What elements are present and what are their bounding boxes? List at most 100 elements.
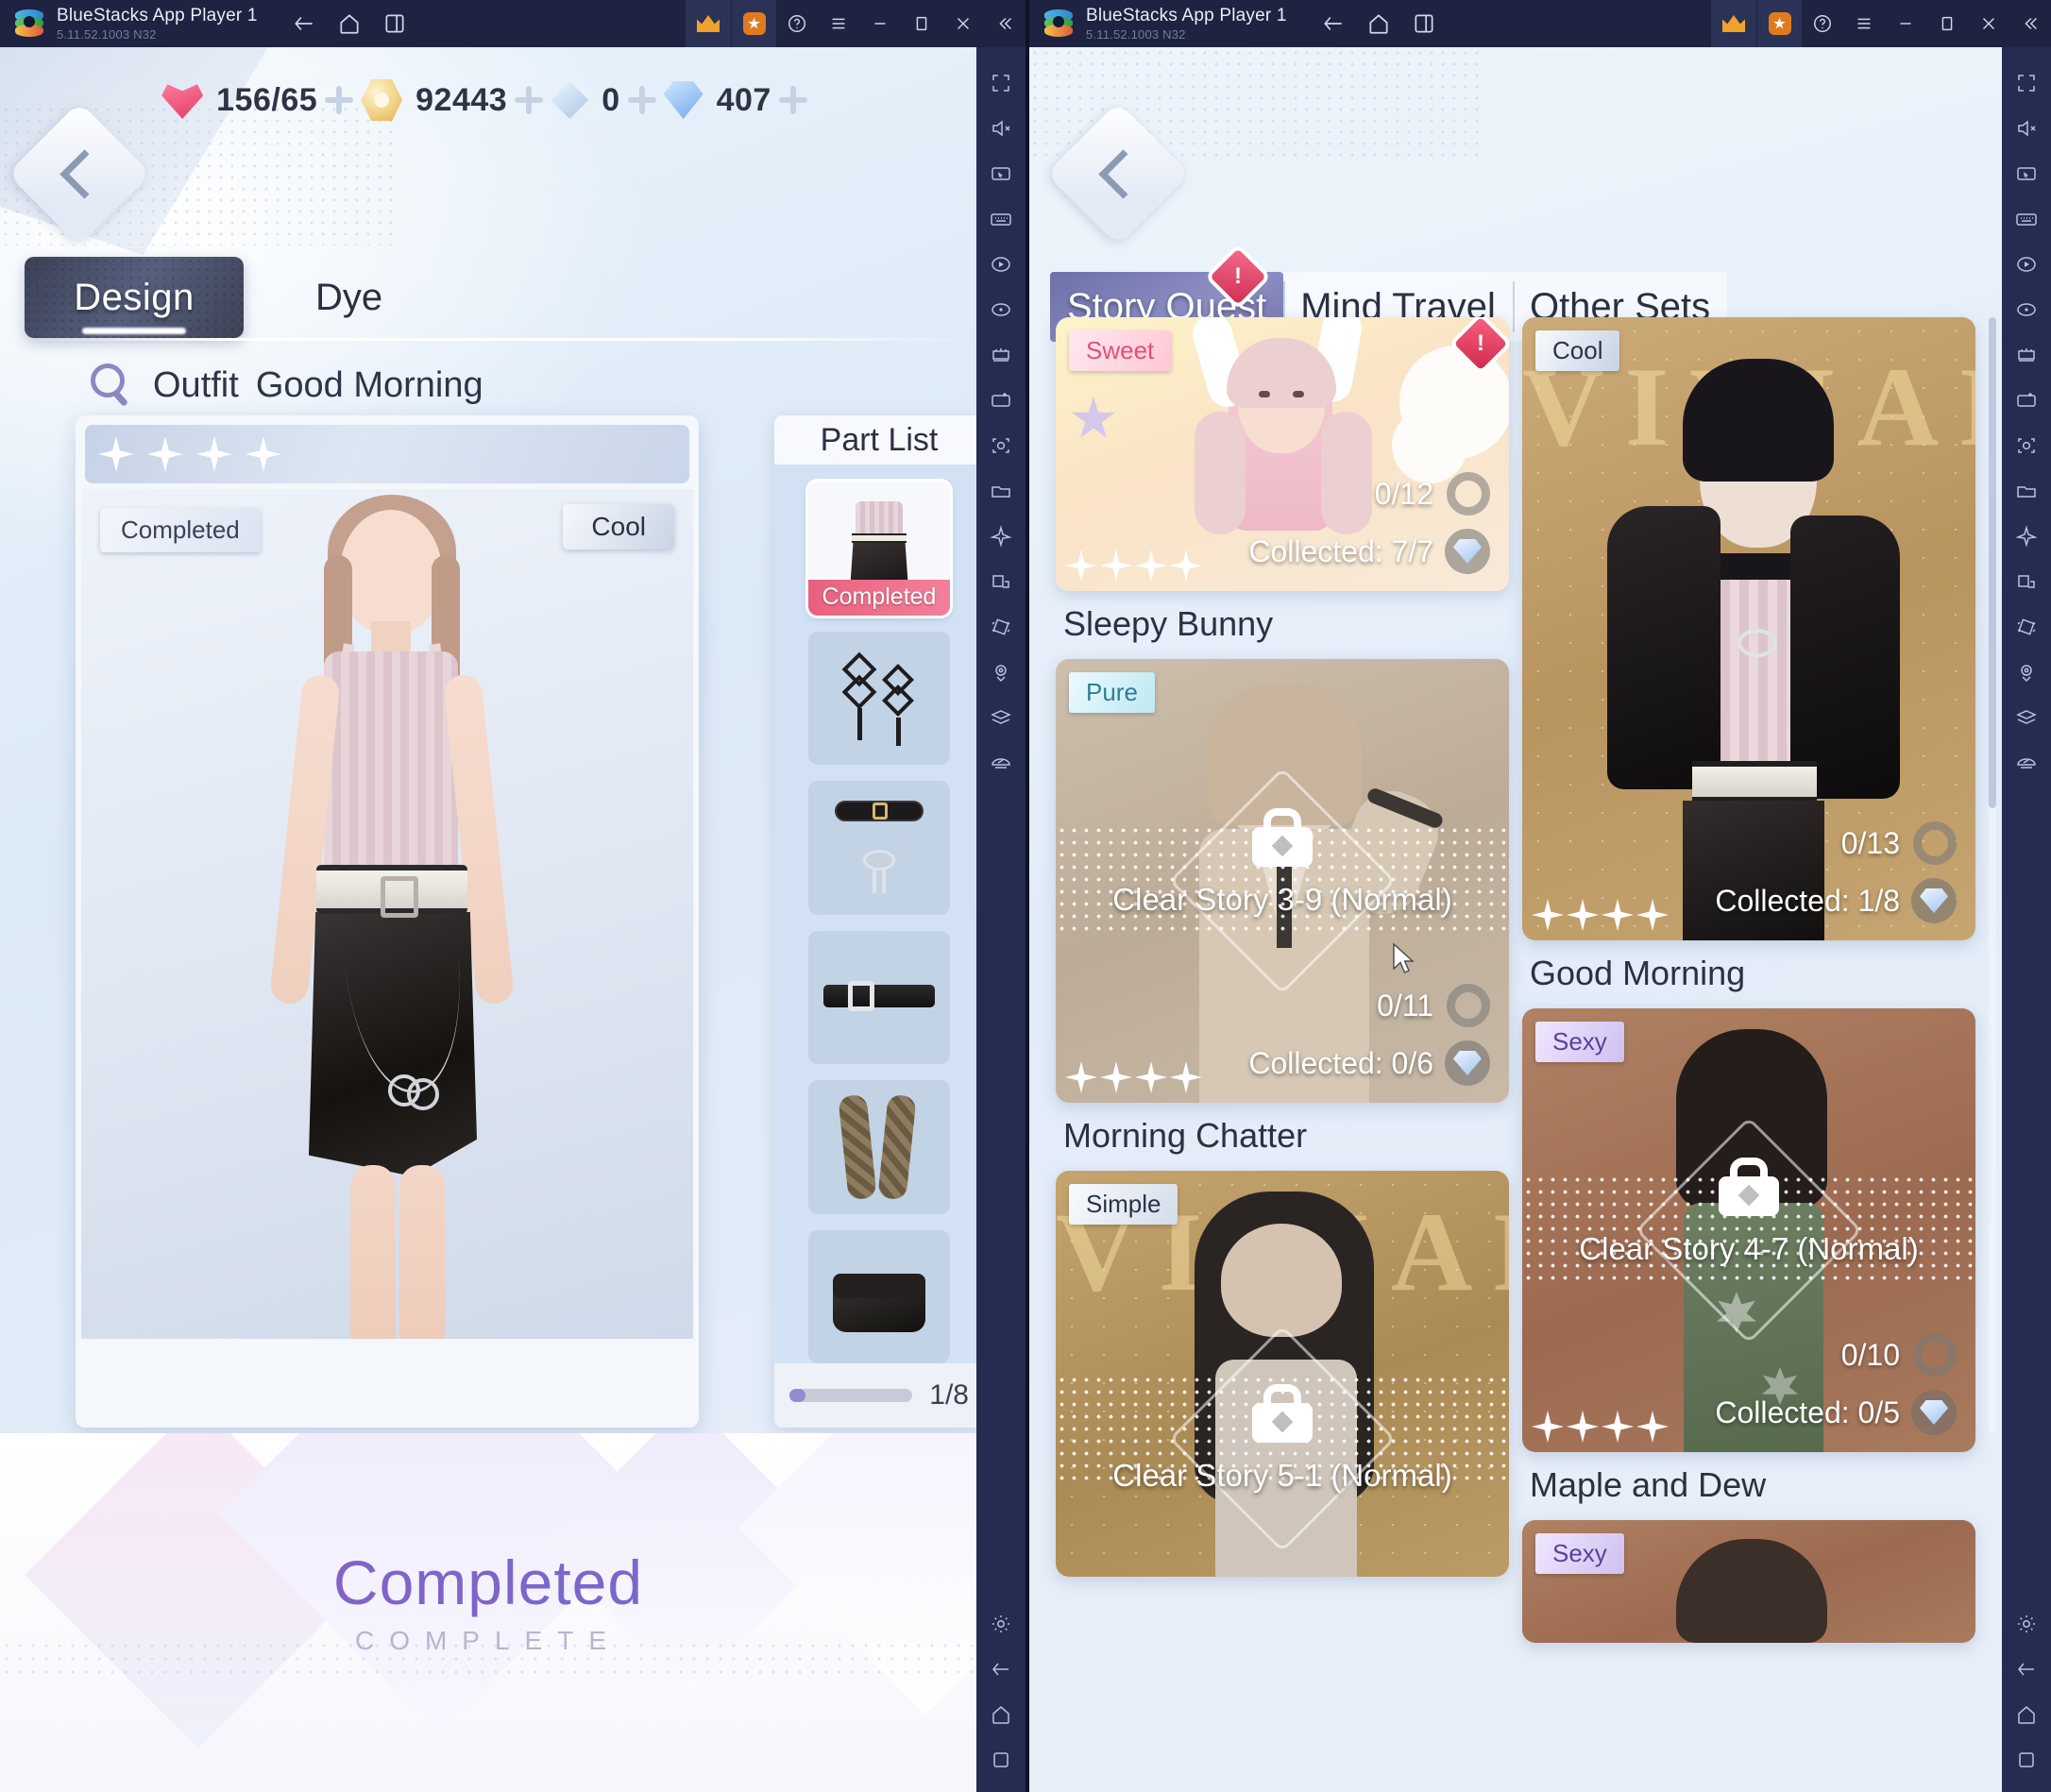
- gold-plus-button[interactable]: [507, 86, 551, 114]
- multi-instance-manager-icon[interactable]: [2002, 332, 2051, 378]
- location-icon[interactable]: [976, 650, 1026, 695]
- card-title: Sleepy Bunny: [1063, 604, 1274, 643]
- home-icon[interactable]: [2002, 1692, 2051, 1737]
- card-maple-and-dew[interactable]: Sexy Clear Story 4-7 (Normal) 0/10 Colle…: [1522, 1008, 1975, 1505]
- install-apk-icon[interactable]: [2002, 378, 2051, 423]
- white-diamond-plus-button[interactable]: [620, 86, 664, 114]
- layers-icon[interactable]: [976, 695, 1026, 740]
- mute-icon[interactable]: [2002, 106, 2051, 151]
- back-button[interactable]: [1045, 101, 1191, 246]
- collapse-sidebar-icon[interactable]: [984, 0, 1026, 47]
- collapse-sidebar-icon[interactable]: [2009, 0, 2051, 47]
- settings-gear-icon[interactable]: [976, 1601, 1026, 1647]
- menu-icon[interactable]: [1843, 0, 1885, 47]
- card-partial-sexy[interactable]: Sexy: [1522, 1520, 1975, 1643]
- folder-icon[interactable]: [2002, 468, 2051, 514]
- part-item-necklace[interactable]: [808, 781, 950, 915]
- card-collected: Collected: 0/5: [1715, 1390, 1957, 1435]
- home-icon[interactable]: [337, 11, 362, 36]
- premium-crown-button[interactable]: [1711, 0, 1756, 47]
- outfit-search-row[interactable]: Outfit Good Morning: [91, 363, 483, 408]
- window-title-block: BlueStacks App Player 1 5.11.52.1003 N32: [57, 5, 258, 42]
- multi-instance-icon[interactable]: [1412, 11, 1436, 36]
- close-icon[interactable]: [1968, 0, 2009, 47]
- install-apk-icon[interactable]: [976, 378, 1026, 423]
- home-icon[interactable]: [976, 1692, 1026, 1737]
- shake-icon[interactable]: [2002, 604, 2051, 650]
- tab-dye[interactable]: Dye: [315, 257, 382, 338]
- screenshot-icon[interactable]: [2002, 423, 2051, 468]
- part-list-scrollbar[interactable]: [789, 1389, 913, 1402]
- back-icon[interactable]: [292, 11, 316, 36]
- back-icon[interactable]: [1321, 11, 1346, 36]
- heart-plus-button[interactable]: [317, 86, 361, 114]
- keyboard-icon[interactable]: [2002, 196, 2051, 242]
- gamepad-icon[interactable]: [976, 740, 1026, 786]
- mute-icon[interactable]: [976, 106, 1026, 151]
- cursor-pointer-icon[interactable]: [2002, 151, 2051, 196]
- card-morning-chatter[interactable]: Pure Clear Story 3-9 (Normal) 0/11 Colle…: [1056, 659, 1509, 1156]
- tab-design[interactable]: Design: [25, 257, 244, 338]
- location-icon[interactable]: [2002, 650, 2051, 695]
- maximize-icon[interactable]: [901, 0, 942, 47]
- settings-gear-icon[interactable]: [2002, 1601, 2051, 1647]
- premium-crown-button[interactable]: [686, 0, 731, 47]
- multi-instance-icon[interactable]: [382, 11, 407, 36]
- card-column-right: VIVIAN Cool 0/13: [1522, 317, 1975, 1658]
- card-title: Morning Chatter: [1063, 1116, 1308, 1155]
- card-good-morning[interactable]: VIVIAN Cool 0/13: [1522, 317, 1975, 993]
- character-model-render[interactable]: Completed Cool: [81, 489, 693, 1339]
- part-item-bag[interactable]: [808, 1229, 950, 1363]
- macro-record-icon[interactable]: [976, 242, 1026, 287]
- currency-white-diamond[interactable]: 0: [551, 81, 619, 119]
- screenshot-icon[interactable]: [976, 423, 1026, 468]
- keyboard-icon[interactable]: [976, 196, 1026, 242]
- folder-icon[interactable]: [976, 468, 1026, 514]
- layers-icon[interactable]: [2002, 695, 2051, 740]
- blue-gem-plus-button[interactable]: [771, 86, 815, 114]
- back-icon[interactable]: [2002, 1647, 2051, 1692]
- earrings-thumbnail: [834, 646, 924, 750]
- gamepad-icon[interactable]: [2002, 740, 2051, 786]
- shake-icon[interactable]: [976, 604, 1026, 650]
- recents-icon[interactable]: [2002, 1737, 2051, 1783]
- help-icon[interactable]: [1802, 0, 1843, 47]
- close-icon[interactable]: [942, 0, 984, 47]
- currency-blue-gem[interactable]: 407: [663, 81, 771, 119]
- window-version: 5.11.52.1003 N32: [57, 26, 157, 42]
- fullscreen-icon[interactable]: [976, 60, 1026, 106]
- card-locked-story-5-1[interactable]: VIVIAN Simple Clear Story 5-1 (Normal): [1056, 1171, 1509, 1577]
- currency-heart[interactable]: 156/65: [161, 81, 317, 119]
- back-icon[interactable]: [976, 1647, 1026, 1692]
- help-icon[interactable]: [776, 0, 818, 47]
- card-list-scrollbar[interactable]: [1989, 317, 1996, 1431]
- minimize-icon[interactable]: [859, 0, 901, 47]
- part-item-dress[interactable]: Completed: [808, 482, 950, 616]
- rotate-icon[interactable]: [2002, 287, 2051, 332]
- menu-icon[interactable]: [818, 0, 859, 47]
- cursor-pointer-icon[interactable]: [976, 151, 1026, 196]
- minimize-icon[interactable]: [1885, 0, 1926, 47]
- window-title: BlueStacks App Player 1: [57, 5, 258, 25]
- maximize-icon[interactable]: [1926, 0, 1968, 47]
- airplane-icon[interactable]: [2002, 514, 2051, 559]
- part-item-belt[interactable]: [808, 930, 950, 1064]
- fullscreen-icon[interactable]: [2002, 60, 2051, 106]
- coin-reward-button[interactable]: [731, 0, 776, 47]
- macro-record-icon[interactable]: [2002, 242, 2051, 287]
- window-title-block: BlueStacks App Player 1 5.11.52.1003 N32: [1086, 6, 1287, 42]
- multi-instance-manager-icon[interactable]: [976, 332, 1026, 378]
- card-sleepy-bunny[interactable]: Sweet ! 0/12 Collected: 7/7 Sleepy Bunny: [1056, 317, 1509, 644]
- coin-reward-button[interactable]: [1756, 0, 1802, 47]
- part-item-earrings[interactable]: [808, 631, 950, 765]
- recents-icon[interactable]: [976, 1737, 1026, 1783]
- back-button[interactable]: [7, 101, 152, 246]
- currency-gold[interactable]: 92443: [361, 79, 507, 121]
- airplane-icon[interactable]: [976, 514, 1026, 559]
- rotate-icon[interactable]: [976, 287, 1026, 332]
- resize-icon[interactable]: [2002, 559, 2051, 604]
- home-icon[interactable]: [1366, 11, 1391, 36]
- part-item-socks[interactable]: [808, 1080, 950, 1214]
- resize-icon[interactable]: [976, 559, 1026, 604]
- belt-thumbnail: [823, 973, 935, 1021]
